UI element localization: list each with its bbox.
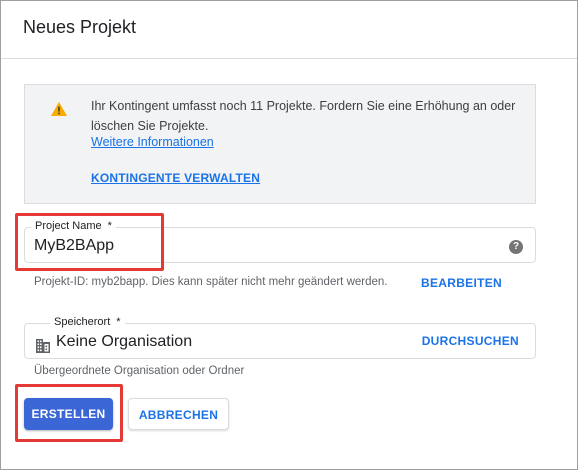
dialog-header: Neues Projekt [1, 1, 577, 59]
project-name-field[interactable]: Project Name * MyB2BApp ? [24, 220, 536, 263]
project-name-label: Project Name * [31, 220, 116, 232]
project-name-input[interactable]: MyB2BApp [34, 237, 114, 255]
quota-notice-text: Ihr Kontingent umfasst noch 11 Projekte.… [91, 99, 516, 133]
manage-quotas-link[interactable]: KONTINGENTE VERWALTEN [91, 171, 260, 185]
project-id-hint: Projekt-ID: myb2bapp. Dies kann später n… [34, 276, 388, 288]
help-icon[interactable]: ? [509, 240, 523, 254]
dialog-title: Neues Projekt [23, 17, 137, 37]
new-project-dialog: Neues Projekt Ihr Kontingent umfasst noc… [0, 0, 578, 470]
browse-button[interactable]: DURCHSUCHEN [422, 334, 519, 348]
location-hint: Übergeordnete Organisation oder Ordner [34, 365, 245, 377]
location-value: Keine Organisation [56, 333, 193, 350]
location-field[interactable]: Speicherort * Keine Organisation DURCHSUC… [24, 316, 536, 359]
required-marker: * [107, 220, 112, 232]
location-label-text: Speicherort [54, 316, 111, 328]
building-icon [36, 339, 50, 353]
location-label: Speicherort * [50, 316, 125, 328]
quota-notice: Ihr Kontingent umfasst noch 11 Projekte.… [24, 84, 536, 204]
edit-project-id-button[interactable]: BEARBEITEN [421, 276, 502, 290]
more-info-link[interactable]: Weitere Informationen [91, 135, 214, 149]
required-marker: * [116, 316, 121, 328]
create-button[interactable]: ERSTELLEN [24, 398, 113, 430]
cancel-button[interactable]: ABBRECHEN [128, 398, 229, 430]
project-name-label-text: Project Name [35, 220, 102, 232]
warning-icon [51, 102, 67, 116]
